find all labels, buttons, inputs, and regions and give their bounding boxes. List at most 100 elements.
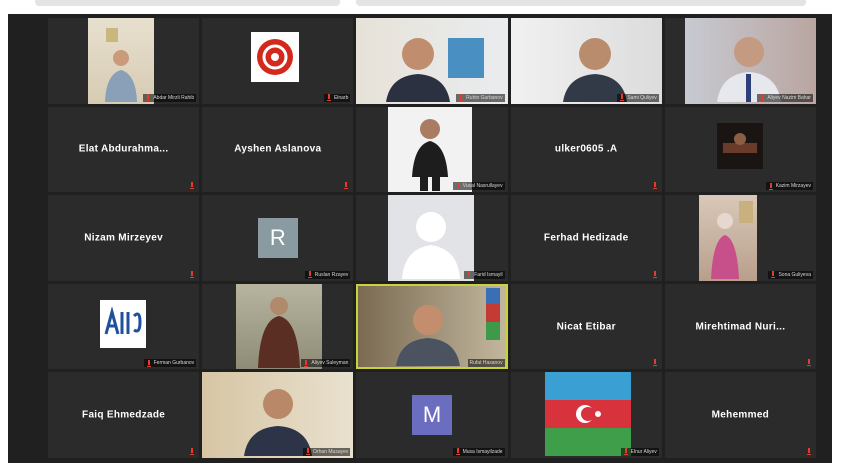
participant-label: Ruhin Gurbanov <box>456 93 505 102</box>
participant-name: Sami Quliyev <box>627 94 657 101</box>
mic-off-icon <box>146 359 151 367</box>
participant-name: Vusal Nasrullayev <box>462 183 503 190</box>
person-image <box>710 201 753 280</box>
video-feed <box>698 195 757 281</box>
participant-tile[interactable]: Ruhin Gurbanov <box>356 18 508 104</box>
mic-off-icon <box>455 448 460 456</box>
mic-off-icon <box>343 182 350 190</box>
participant-tile[interactable]: Ayshen Aslanova <box>202 106 354 193</box>
participant-name: Ruhin Gurbanov <box>466 94 503 101</box>
bottom-strip <box>0 463 841 470</box>
participant-tile[interactable]: Faiq Ehmedzade <box>48 372 200 458</box>
mic-off-icon <box>455 182 460 190</box>
participant-tile[interactable]: Mehemmed <box>664 372 816 458</box>
participant-label: Aliyev Nazim Bahar <box>757 93 813 102</box>
logo-image <box>257 39 294 75</box>
mic-off-icon <box>652 359 659 367</box>
participant-name: Aliyev Nazim Bahar <box>767 94 811 101</box>
participant-name: Sona Guliyeva <box>778 271 811 278</box>
person-image <box>722 132 757 153</box>
participant-tile[interactable]: Sona Guliyeva <box>664 195 816 281</box>
person-image <box>244 389 313 457</box>
mic-off-icon <box>146 94 151 102</box>
participant-tile[interactable]: Elnur Aliyev <box>510 372 662 458</box>
avatar: R <box>257 217 298 258</box>
participant-name-display: Mirehtimad Nuri... <box>695 321 786 333</box>
participant-grid: Abdar Mirzli Rahib Elnarb Ruhin Gurbanov… <box>48 18 816 458</box>
mic-off-icon <box>623 448 628 456</box>
video-feed <box>388 195 475 281</box>
participant-label: Orhan Musayev <box>303 447 351 456</box>
participant-tile[interactable]: M Musa Ismayilzade <box>356 372 508 458</box>
participant-label: Sami Quliyev <box>617 93 659 102</box>
mic-off-icon <box>652 182 659 190</box>
active-speaker-tile[interactable]: Rufat Hasanov <box>356 283 508 370</box>
mic-off-icon <box>189 270 196 279</box>
participant-name: Rufat Hasanov <box>469 360 503 367</box>
participant-tile[interactable]: Kazim Mirzayev <box>664 106 816 193</box>
participant-name: Farid Ismayil <box>474 271 503 278</box>
participant-tile[interactable]: Sami Quliyev <box>510 18 662 104</box>
default-avatar-icon <box>402 212 461 280</box>
participant-label: Ruslan Rzayev <box>304 270 351 279</box>
azerbaijan-flag-image <box>544 372 631 457</box>
participant-name: Abdar Mirzli Rahib <box>153 94 195 101</box>
profile-image <box>716 122 763 169</box>
participant-name: Kazim Mirzayev <box>775 183 811 190</box>
video-feed <box>388 106 473 193</box>
participant-tile[interactable]: Elat Abdurahma... <box>48 106 200 193</box>
participant-tile[interactable]: Ferhad Hedizade <box>510 195 662 281</box>
participant-name: Ferman Gurbanov <box>153 360 195 367</box>
participant-label: Aliyev Suleyman <box>301 359 351 368</box>
participant-label: Vusal Nasrullayev <box>452 182 505 191</box>
participant-label: Abdar Mirzli Rahib <box>143 93 197 102</box>
person-image <box>562 38 627 102</box>
participant-tile[interactable]: ulker0605 .A <box>510 106 662 193</box>
participant-tile[interactable]: R Ruslan Rzayev <box>202 195 354 281</box>
participant-tile[interactable]: Elnarb <box>202 18 354 104</box>
participant-name-display: Nizam Mirzeyev <box>84 232 163 244</box>
logo-image <box>104 306 142 335</box>
participant-tile[interactable]: Mirehtimad Nuri... <box>664 283 816 370</box>
mic-off-icon <box>620 94 625 102</box>
participant-tile[interactable]: Aliyev Nazim Bahar <box>664 18 816 104</box>
participant-tile[interactable]: Farid Ismayil <box>356 195 508 281</box>
participant-tile[interactable]: Abdar Mirzli Rahib <box>48 18 200 104</box>
mic-off-icon <box>467 271 472 279</box>
participant-label: Musa Ismayilzade <box>452 447 505 456</box>
participant-name-display: Ayshen Aslanova <box>234 143 322 155</box>
top-bar-left <box>35 0 340 6</box>
video-feed <box>236 283 323 370</box>
participant-tile[interactable]: Aliyev Suleyman <box>202 283 354 370</box>
person-image <box>396 287 501 366</box>
participant-tile[interactable]: Orhan Musayev <box>202 372 354 458</box>
avatar: M <box>411 395 452 436</box>
participant-label: Ferman Gurbanov <box>143 359 197 368</box>
video-feed <box>88 18 154 104</box>
mic-off-icon <box>806 359 813 367</box>
participant-tile[interactable]: Vusal Nasrullayev <box>356 106 508 193</box>
participant-tile[interactable]: Nicat Etibar <box>510 283 662 370</box>
mic-off-icon <box>189 182 196 190</box>
mic-off-icon <box>326 94 331 102</box>
person-image <box>258 296 301 368</box>
mic-off-icon <box>189 447 196 456</box>
avatar-letter: M <box>422 402 442 428</box>
video-feed <box>358 285 506 368</box>
mic-off-icon <box>306 448 311 456</box>
profile-logo <box>100 299 146 348</box>
profile-logo <box>251 32 300 82</box>
participant-name: Aliyev Suleyman <box>311 360 349 367</box>
participant-label: Elnur Aliyev <box>620 447 659 456</box>
video-feed <box>356 18 508 104</box>
participant-label: Elnarb <box>323 93 351 102</box>
participant-name-display: Ferhad Hedizade <box>543 232 629 244</box>
participant-name: Ruslan Rzayev <box>314 271 349 278</box>
participant-tile[interactable]: Ferman Gurbanov <box>48 283 200 370</box>
participant-name: Orhan Musayev <box>313 448 349 455</box>
mic-off-icon <box>768 182 773 190</box>
person-image <box>386 38 485 102</box>
participant-tile[interactable]: Nizam Mirzeyev <box>48 195 200 281</box>
mic-off-icon <box>459 94 464 102</box>
top-strip <box>0 0 841 14</box>
